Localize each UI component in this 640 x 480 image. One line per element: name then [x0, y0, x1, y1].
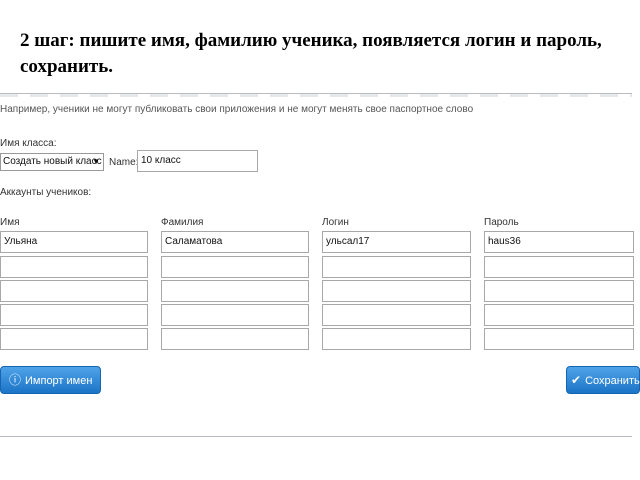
class-select-value: Создать новый класс — [3, 156, 102, 167]
last-name-input[interactable] — [161, 328, 309, 350]
column-header-first-name: Имя — [0, 217, 20, 228]
password-input[interactable] — [484, 280, 634, 302]
slide-heading: 2 шаг: пишите имя, фамилию ученика, появ… — [20, 30, 602, 77]
class-select[interactable]: Создать новый класс ▼ — [0, 153, 104, 171]
top-divider-shadow — [0, 94, 632, 97]
import-names-button[interactable]: ⓘ Импорт имен — [0, 366, 102, 394]
last-name-input[interactable]: Саламатова — [161, 231, 309, 253]
login-input[interactable]: ульсал17 — [322, 231, 471, 253]
checkmark-icon: ✔ — [571, 373, 582, 387]
first-name-input[interactable] — [0, 328, 148, 350]
password-input[interactable] — [484, 304, 634, 326]
save-button[interactable]: ✔ Сохранить — [566, 366, 640, 394]
save-label: Сохранить — [585, 375, 640, 387]
password-input[interactable] — [484, 256, 634, 278]
hint-text: Например, ученики не могут публиковать с… — [0, 104, 474, 115]
password-input[interactable]: haus36 — [484, 231, 634, 253]
import-names-label: Импорт имен — [25, 375, 93, 387]
class-name-input[interactable]: 10 класс — [137, 150, 258, 172]
last-name-input[interactable] — [161, 256, 309, 278]
name-label: Name: — [109, 157, 139, 168]
first-name-input[interactable] — [0, 304, 148, 326]
first-name-input[interactable] — [0, 280, 148, 302]
dropdown-arrow-icon: ▼ — [92, 157, 100, 166]
column-header-password: Пароль — [484, 217, 519, 228]
login-input[interactable] — [322, 280, 471, 302]
last-name-input[interactable] — [161, 304, 309, 326]
bottom-divider — [0, 436, 632, 437]
student-accounts-label: Аккаунты учеников: — [0, 187, 92, 198]
first-name-input[interactable]: Ульяна — [0, 231, 148, 253]
login-input[interactable] — [322, 304, 471, 326]
login-input[interactable] — [322, 256, 471, 278]
class-name-label: Имя класса: — [0, 138, 57, 149]
password-input[interactable] — [484, 328, 634, 350]
column-header-login: Логин — [322, 217, 349, 228]
column-header-last-name: Фамилия — [161, 217, 204, 228]
first-name-input[interactable] — [0, 256, 148, 278]
last-name-input[interactable] — [161, 280, 309, 302]
login-input[interactable] — [322, 328, 471, 350]
info-circle-icon: ⓘ — [9, 373, 22, 387]
